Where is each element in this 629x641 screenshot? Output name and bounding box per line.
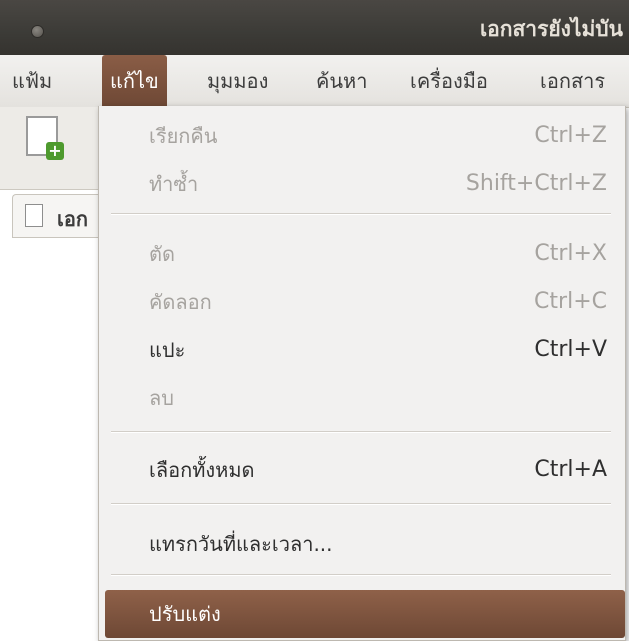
menu-search[interactable]: ค้นหา [316,55,367,107]
menu-view[interactable]: มุมมอง [207,55,268,107]
document-tab[interactable]: เอก [12,194,103,238]
menu-item-label: แปะ [149,338,186,362]
menu-item-label: คัดลอก [149,290,212,314]
menu-documents[interactable]: เอกสาร [540,55,605,107]
menu-item-label: ลบ [149,386,174,410]
new-document-icon[interactable]: + [26,116,64,160]
menu-separator [111,431,611,433]
toolbar: + [0,107,100,190]
window-titlebar: เอกสารยังไม่บัน [0,0,629,55]
menu-separator [111,574,611,576]
window-close-icon[interactable] [31,25,44,38]
document-icon [25,204,43,227]
window-title: เอกสารยังไม่บัน [479,17,623,41]
menu-item-label: เลือกทั้งหมด [149,458,255,482]
menu-tools[interactable]: เครื่องมือ [410,55,488,107]
menu-item-redo[interactable]: ทำซ้ำ Shift+Ctrl+Z [99,160,625,208]
menu-item-label: ปรับแต่ง [149,602,221,626]
menu-edit[interactable]: แก้ไข [102,55,167,107]
menu-item-select-all[interactable]: เลือกทั้งหมด Ctrl+A [99,446,625,494]
menu-file[interactable]: แฟ้ม [12,55,52,107]
menu-item-preferences[interactable]: ปรับแต่ง [105,590,625,638]
menu-item-label: ทำซ้ำ [149,172,199,196]
menu-item-delete[interactable]: ลบ [99,374,625,422]
plus-icon: + [46,142,64,160]
document-panel: เอก [0,190,103,641]
menu-item-shortcut: Ctrl+A [534,457,607,482]
menu-item-shortcut: Ctrl+C [534,289,607,314]
menu-item-shortcut: Ctrl+V [534,337,607,362]
menu-item-cut[interactable]: ตัด Ctrl+X [99,230,625,278]
menu-item-shortcut: Ctrl+Z [534,123,607,148]
menu-item-copy[interactable]: คัดลอก Ctrl+C [99,278,625,326]
menu-item-insert-date-time[interactable]: แทรกวันที่และเวลา... [99,520,625,568]
menu-separator [111,503,611,505]
menu-item-paste[interactable]: แปะ Ctrl+V [99,326,625,374]
menu-item-label: แทรกวันที่และเวลา... [149,532,333,556]
menu-item-label: ตัด [149,242,175,266]
menubar: แฟ้ม แก้ไข มุมมอง ค้นหา เครื่องมือ เอกสา… [0,55,629,108]
menu-item-label: เรียกคืน [149,124,218,148]
edit-menu-dropdown: เรียกคืน Ctrl+Z ทำซ้ำ Shift+Ctrl+Z ตัด C… [98,106,626,641]
menu-item-shortcut: Shift+Ctrl+Z [465,171,607,196]
menu-item-undo[interactable]: เรียกคืน Ctrl+Z [99,112,625,160]
document-tab-label: เอก [57,207,88,231]
menu-item-shortcut: Ctrl+X [534,241,607,266]
menu-separator [111,213,611,215]
